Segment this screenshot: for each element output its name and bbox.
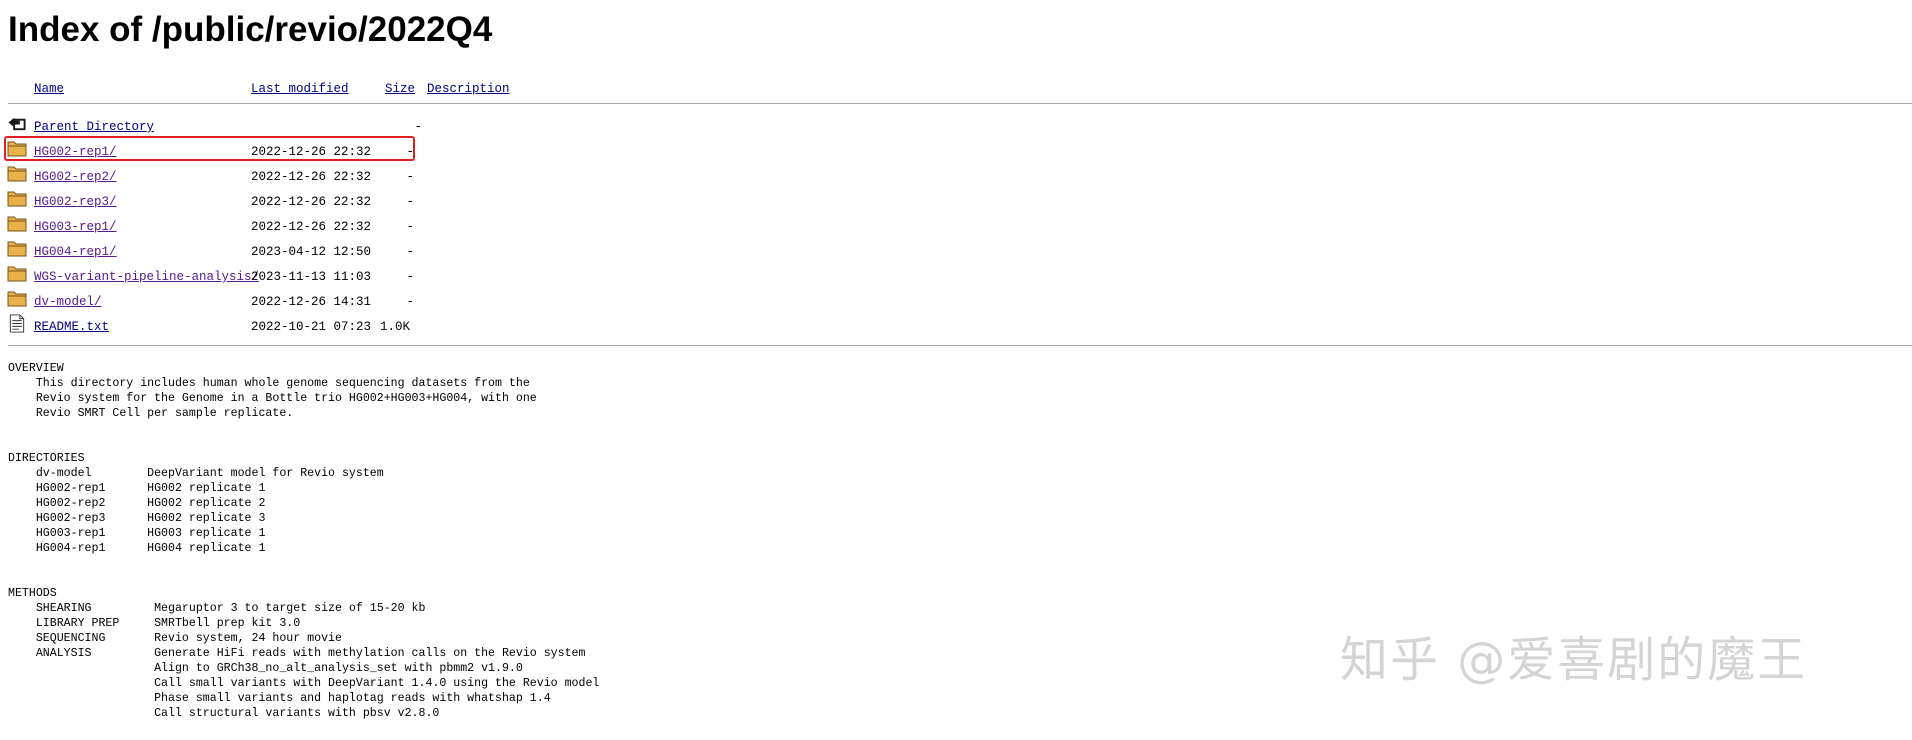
list-item-dv-model: dv-model/ 2022-12-26 14:31 - [0,289,520,314]
sort-by-description-link[interactable]: Description [427,82,510,96]
file-size: - [406,195,414,209]
list-item-hg003-rep1: HG003-rep1/ 2022-12-26 22:32 - [0,214,520,239]
highlight-box [4,136,415,161]
folder-icon [7,266,27,282]
parent-directory-link[interactable]: Parent Directory [34,120,154,134]
file-size: - [406,245,414,259]
watermark: 知乎 @爱喜剧的魔王 [1340,632,1808,688]
folder-link-hg002-rep3[interactable]: HG002-rep3/ [34,195,117,209]
list-item-hg002-rep3: HG002-rep3/ 2022-12-26 22:32 - [0,189,520,214]
file-size: 1.0K [379,320,410,334]
file-size: - [406,295,414,309]
last-modified-date: 2023-11-13 11:03 [251,270,372,284]
folder-link-hg003-rep1[interactable]: HG003-rep1/ [34,220,117,234]
last-modified-date: 2023-04-12 12:50 [251,245,372,259]
file-size: - [414,120,422,134]
file-link-readme[interactable]: README.txt [34,320,109,334]
file-size: - [406,170,414,184]
folder-icon [7,291,27,307]
folder-icon [7,241,27,257]
last-modified-date: 2022-12-26 22:32 [251,195,372,209]
sort-by-size-link[interactable]: Size [385,82,415,96]
folder-link-wgs-variant-pipeline-analysis[interactable]: WGS-variant-pipeline-analysis/ [34,270,259,284]
folder-icon [7,166,27,182]
text-file-icon [9,314,25,333]
file-size: - [406,270,414,284]
folder-link-hg002-rep2[interactable]: HG002-rep2/ [34,170,117,184]
list-item-hg004-rep1: HG004-rep1/ 2023-04-12 12:50 - [0,239,520,264]
last-modified-date: 2022-10-21 07:23 [251,320,372,334]
folder-icon [7,191,27,207]
sort-by-name-link[interactable]: Name [34,82,64,96]
page-title: Index of /public/revio/2022Q4 [8,10,493,49]
last-modified-date: 2022-12-26 14:31 [251,295,372,309]
sort-by-last-modified-link[interactable]: Last modified [251,82,349,96]
list-item-wgs-variant-pipeline-analysis: WGS-variant-pipeline-analysis/ 2023-11-1… [0,264,520,289]
folder-link-dv-model[interactable]: dv-model/ [34,295,102,309]
list-item-hg002-rep2: HG002-rep2/ 2022-12-26 22:32 - [0,164,520,189]
last-modified-date: 2022-12-26 22:32 [251,170,372,184]
folder-link-hg004-rep1[interactable]: HG004-rep1/ [34,245,117,259]
footer-divider [8,345,1912,346]
folder-icon [7,216,27,232]
readme-content: OVERVIEW This directory includes human w… [8,362,600,720]
file-size: - [406,220,414,234]
header-divider [8,103,1912,104]
back-icon [8,117,26,131]
list-item-readme: README.txt 2022-10-21 07:23 1.0K [0,314,520,339]
last-modified-date: 2022-12-26 22:32 [251,220,372,234]
